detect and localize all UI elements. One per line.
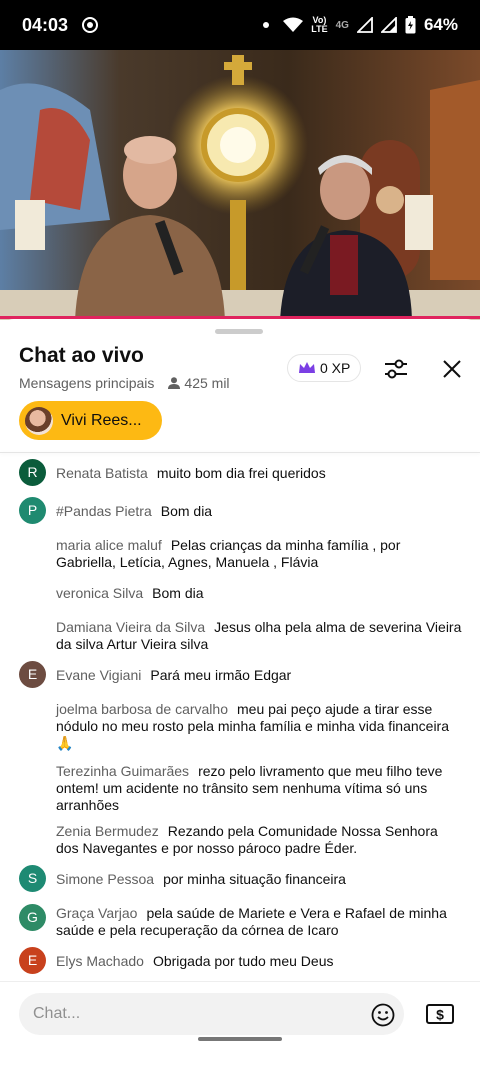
battery-icon [405, 16, 416, 34]
avatar: P [19, 497, 46, 524]
chat-subtitle[interactable]: Mensagens principais 425 mil [19, 375, 230, 391]
svg-text:$: $ [436, 1007, 444, 1023]
pinned-name: Vivi Rees... [61, 411, 142, 429]
emoji-button[interactable] [371, 1003, 395, 1027]
viewer-count: 425 mil [168, 375, 230, 391]
signal-2-icon [380, 17, 397, 33]
pinned-super-chat[interactable]: Vivi Rees... [19, 401, 162, 440]
message-author[interactable]: Simone Pessoa [56, 871, 154, 887]
chat-message[interactable]: R Renata Batista muito bom dia frei queri… [19, 459, 464, 486]
chat-settings-button[interactable] [380, 353, 412, 385]
super-chat-button[interactable]: $ [425, 1002, 455, 1026]
message-text: muito bom dia frei queridos [156, 465, 326, 481]
status-icons: Vo) LTE 4G 64% [263, 15, 458, 35]
avatar: G [19, 904, 46, 931]
chat-title: Chat ao vivo [19, 344, 144, 367]
message-author[interactable]: #Pandas Pietra [56, 503, 152, 519]
chat-message[interactable]: maria alice maluf Pelas crianças da minha… [19, 537, 464, 571]
message-author[interactable]: Zenia Bermudez [56, 823, 159, 839]
close-chat-button[interactable] [438, 353, 466, 385]
message-author[interactable]: Damiana Vieira da Silva [56, 619, 205, 635]
network-type: 4G [335, 19, 349, 31]
xp-label: 0 XP [320, 360, 351, 376]
chat-mode-label[interactable]: Mensagens principais [19, 375, 154, 391]
avatar [25, 406, 53, 435]
chat-message[interactable]: veronica Silva Bom dia [19, 585, 464, 602]
message-author[interactable]: Graça Varjao [56, 905, 137, 921]
status-time: 04:03 [22, 14, 69, 35]
chat-message[interactable]: Terezinha Guimarães rezo pelo livramento … [19, 763, 464, 814]
battery-level: 64% [423, 15, 458, 34]
wifi-icon [283, 17, 304, 32]
recording-icon [82, 17, 99, 33]
message-text: Bom dia [160, 503, 213, 519]
message-author[interactable]: joelma barbosa de carvalho [56, 701, 228, 717]
message-author[interactable]: Renata Batista [56, 465, 148, 481]
chat-message-list[interactable]: R Renata Batista muito bom dia frei queri… [0, 453, 480, 981]
chat-message[interactable]: P #Pandas Pietra Bom dia [19, 497, 464, 524]
volte-indicator: Vo) LTE [311, 15, 328, 34]
message-author[interactable]: veronica Silva [56, 585, 143, 601]
message-author[interactable]: Elys Machado [56, 953, 144, 969]
chat-input[interactable] [19, 993, 404, 1035]
close-icon [443, 360, 461, 378]
tune-icon [385, 359, 407, 379]
avatar: R [19, 459, 46, 486]
chat-message[interactable]: E Elys Machado Obrigada por tudo meu Deus [19, 947, 464, 974]
chat-message[interactable]: S Simone Pessoa por minha situação financ… [19, 865, 464, 892]
notification-dot-icon [263, 22, 270, 28]
message-author[interactable]: Evane Vigiani [56, 667, 141, 683]
emoji-icon [371, 1003, 395, 1027]
video-player[interactable] [0, 50, 480, 320]
person-icon [168, 377, 181, 389]
chat-message[interactable]: Damiana Vieira da Silva Jesus olha pela a… [19, 619, 464, 653]
live-chat-panel: Chat ao vivo Mensagens principais 425 mi… [0, 319, 480, 1066]
chat-input-bar: $ [0, 981, 480, 1066]
avatar: E [19, 661, 46, 688]
chat-message[interactable]: G Graça Varjao pela saúde de Mariete e Ve… [19, 904, 464, 939]
message-text: Bom dia [152, 585, 204, 601]
video-frame [0, 50, 480, 320]
avatar: E [19, 947, 46, 974]
drag-handle[interactable] [215, 329, 263, 334]
super-chat-icon: $ [426, 1004, 454, 1024]
message-author[interactable]: Terezinha Guimarães [56, 763, 189, 779]
xp-button[interactable]: 0 XP [287, 354, 362, 382]
message-author[interactable]: maria alice maluf [56, 537, 162, 553]
viewer-count-label: 425 mil [184, 375, 230, 391]
signal-icon [356, 17, 373, 33]
message-text: Obrigada por tudo meu Deus [152, 953, 334, 969]
chat-message[interactable]: joelma barbosa de carvalho meu pai peço a… [19, 701, 464, 752]
avatar: S [19, 865, 46, 892]
gesture-bar[interactable] [198, 1037, 282, 1041]
chat-message[interactable]: Zenia Bermudez Rezando pela Comunidade No… [19, 823, 464, 857]
chat-message[interactable]: E Evane Vigiani Pará meu irmão Edgar [19, 661, 464, 688]
message-text: Pará meu irmão Edgar [150, 667, 292, 683]
message-text: por minha situação financeira [163, 871, 346, 887]
status-bar: 04:03 Vo) LTE 4G 64% [0, 0, 480, 50]
crown-icon [299, 362, 315, 373]
